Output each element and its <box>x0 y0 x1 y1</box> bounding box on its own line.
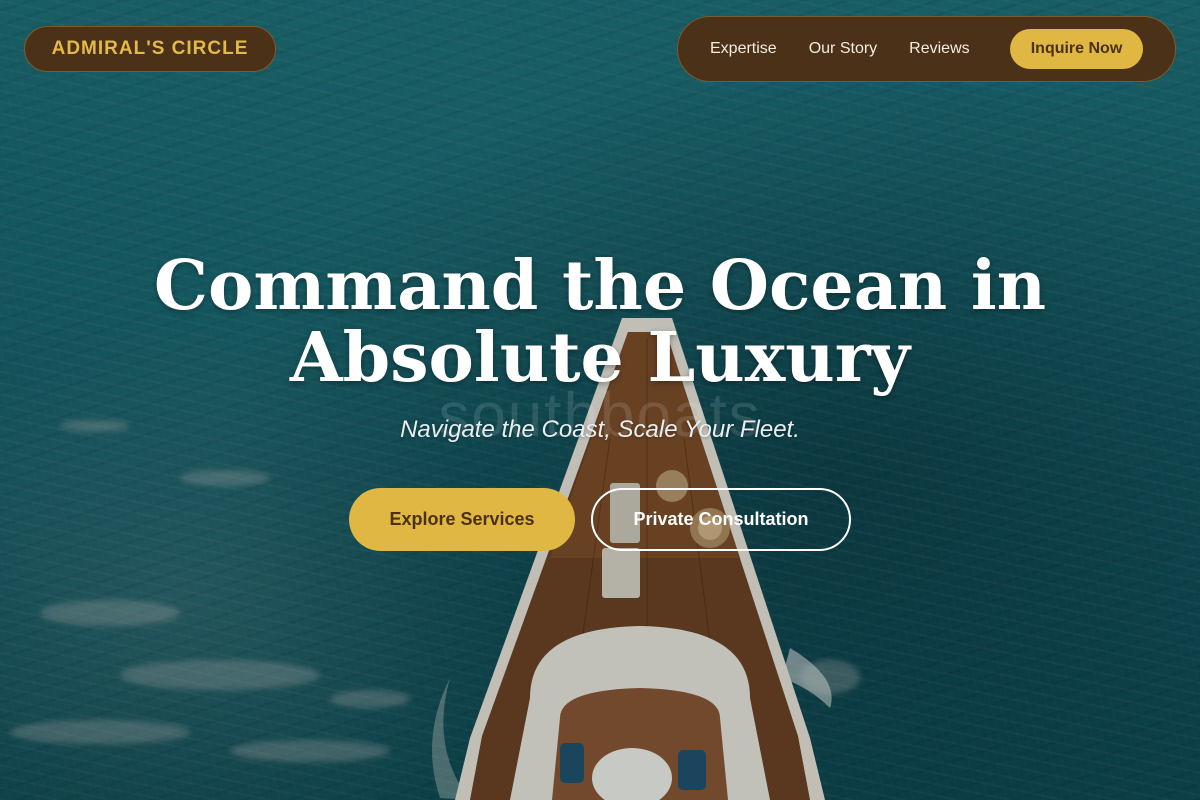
inquire-now-button[interactable]: Inquire Now <box>1010 29 1143 69</box>
nav-link-expertise[interactable]: Expertise <box>710 40 777 58</box>
main-nav: Expertise Our Story Reviews Inquire Now <box>677 16 1176 82</box>
private-consultation-button[interactable]: Private Consultation <box>591 488 851 551</box>
brand-logo[interactable]: ADMIRAL'S CIRCLE <box>24 26 276 72</box>
hero-title-line-2: Absolute Luxury <box>289 318 911 398</box>
explore-services-button[interactable]: Explore Services <box>349 488 575 551</box>
nav-link-reviews[interactable]: Reviews <box>909 40 969 58</box>
hero-title: Command the Ocean in Absolute Luxury <box>0 250 1200 394</box>
hero-subtitle: Navigate the Coast, Scale Your Fleet. <box>400 416 800 443</box>
nav-link-our-story[interactable]: Our Story <box>809 40 877 58</box>
hero-title-line-1: Command the Ocean in <box>153 246 1047 326</box>
